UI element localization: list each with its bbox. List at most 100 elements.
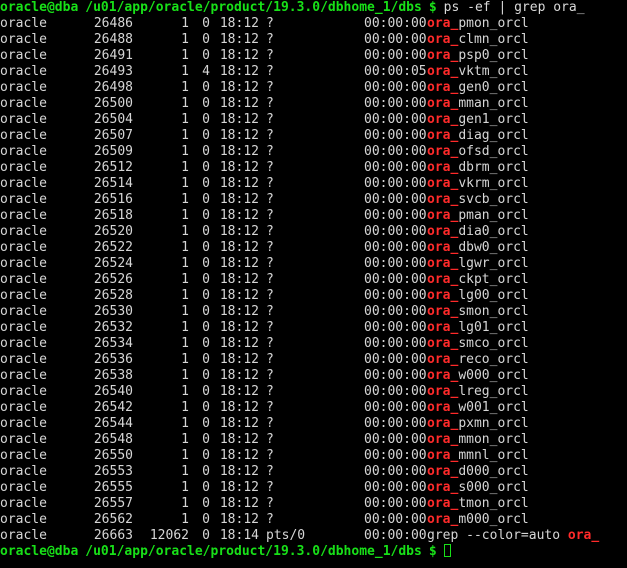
cell-time: 00:00:00 <box>364 208 427 223</box>
table-row: oracle 26500 1 0 18:12? 00:00:00ora_mman_orcl <box>0 96 627 112</box>
cell-user: oracle <box>0 112 47 127</box>
cell-time: 00:00:00 <box>364 416 427 431</box>
cell-user: oracle <box>0 464 47 479</box>
grep-match-highlight: ora_ <box>427 48 459 63</box>
command-suffix: smon_orcl <box>458 304 529 319</box>
cell-time: 00:00:00 <box>364 192 427 207</box>
cell-command: ora_dia0_orcl <box>427 224 529 240</box>
cell-stime: 18:12 <box>219 96 259 111</box>
cell-user: oracle <box>0 288 47 303</box>
terminal-window[interactable]: oracle@dba/u01/app/oracle/product/19.3.0… <box>0 0 627 568</box>
grep-match-highlight: ora_ <box>427 272 459 287</box>
grep-match-highlight: ora_ <box>427 384 459 399</box>
cell-time: 00:00:00 <box>364 176 427 191</box>
cell-stime: 18:12 <box>219 464 259 479</box>
table-row: oracle 26518 1 0 18:12? 00:00:00ora_pman_orcl <box>0 208 627 224</box>
cell-ppid: 1 <box>181 400 189 415</box>
grep-match-highlight: ora_ <box>427 320 459 335</box>
cell-user: oracle <box>0 528 47 543</box>
cell-user: oracle <box>0 48 47 63</box>
cell-time: 00:00:00 <box>364 496 427 511</box>
cell-ppid: 1 <box>181 448 189 463</box>
table-row: oracle 26514 1 0 18:12? 00:00:00ora_vkrm_orcl <box>0 176 627 192</box>
command-suffix: gen0_orcl <box>458 80 529 95</box>
block-cursor-icon[interactable] <box>443 544 451 557</box>
cell-c: 0 <box>202 336 210 351</box>
cell-tty: ? <box>266 400 274 415</box>
cell-tty: ? <box>266 192 274 207</box>
cell-user: oracle <box>0 144 47 159</box>
cell-command: ora_dbrm_orcl <box>427 160 529 176</box>
cell-stime: 18:12 <box>219 384 259 399</box>
cell-ppid: 1 <box>181 336 189 351</box>
cell-user: oracle <box>0 80 47 95</box>
cell-pid: 26524 <box>93 256 133 271</box>
cell-pid: 26507 <box>93 128 133 143</box>
cell-time: 00:00:00 <box>364 272 427 287</box>
cell-time: 00:00:00 <box>364 320 427 335</box>
command-suffix: lg00_orcl <box>458 288 529 303</box>
grep-match-highlight: ora_ <box>427 432 459 447</box>
cell-stime: 18:12 <box>219 144 259 159</box>
table-row: oracle 26663 12062 0 18:14 pts/0 00:00:00grep … <box>0 528 627 544</box>
command-suffix: vktm_orcl <box>458 64 529 79</box>
cell-ppid: 1 <box>181 64 189 79</box>
command-suffix: lgwr_orcl <box>458 256 529 271</box>
table-row: oracle 26528 1 0 18:12? 00:00:00ora_lg00_orcl <box>0 288 627 304</box>
cell-pid: 26544 <box>93 416 133 431</box>
grep-match-highlight: ora_ <box>427 160 459 175</box>
cell-c: 0 <box>202 384 210 399</box>
cell-tty: ? <box>266 288 274 303</box>
cell-time: 00:00:00 <box>364 368 427 383</box>
cell-pid: 26553 <box>93 464 133 479</box>
cell-tty: ? <box>266 448 274 463</box>
cell-command: ora_gen0_orcl <box>427 80 529 96</box>
grep-match-highlight: ora_ <box>427 448 459 463</box>
grep-match-highlight: ora_ <box>427 336 459 351</box>
cell-stime: 18:12 <box>219 240 259 255</box>
grep-match-highlight: ora_ <box>427 480 459 495</box>
cell-user: oracle <box>0 400 47 415</box>
cell-c: 0 <box>202 512 210 527</box>
cell-command: ora_d000_orcl <box>427 464 529 480</box>
cell-pid: 26504 <box>93 112 133 127</box>
command-suffix: reco_orcl <box>458 352 529 367</box>
cell-time: 00:00:00 <box>364 256 427 271</box>
cell-command: ora_clmn_orcl <box>427 32 529 48</box>
cell-c: 0 <box>202 448 210 463</box>
cell-tty: ? <box>266 176 274 191</box>
cell-user: oracle <box>0 496 47 511</box>
cell-stime: 18:12 <box>219 352 259 367</box>
cell-tty: ? <box>266 368 274 383</box>
table-row: oracle 26524 1 0 18:12? 00:00:00ora_lgwr_orcl <box>0 256 627 272</box>
prompt-user-host: oracle@dba <box>0 544 79 559</box>
table-row: oracle 26562 1 0 18:12? 00:00:00ora_m000_orcl <box>0 512 627 528</box>
command-suffix: ofsd_orcl <box>458 144 529 159</box>
cell-user: oracle <box>0 256 47 271</box>
table-row: oracle 26486 1 0 18:12? 00:00:00ora_pmon_orcl <box>0 16 627 32</box>
cell-c: 0 <box>202 320 210 335</box>
cell-stime: 18:12 <box>219 368 259 383</box>
cell-time: 00:00:00 <box>364 304 427 319</box>
cell-pid: 26542 <box>93 400 133 415</box>
cell-tty: ? <box>266 432 274 447</box>
cell-ppid: 1 <box>181 368 189 383</box>
cell-command: ora_m000_orcl <box>427 512 529 528</box>
cell-time: 00:00:00 <box>364 512 427 527</box>
grep-match-highlight: ora_ <box>427 144 459 159</box>
command-suffix: pmon_orcl <box>458 16 529 31</box>
cell-ppid: 1 <box>181 352 189 367</box>
cell-ppid: 1 <box>181 96 189 111</box>
table-row: oracle 26550 1 0 18:12? 00:00:00ora_mmnl_orcl <box>0 448 627 464</box>
cell-pid: 26516 <box>93 192 133 207</box>
cell-pid: 26536 <box>93 352 133 367</box>
grep-match-highlight: ora_ <box>427 80 459 95</box>
cell-tty: ? <box>266 64 274 79</box>
cell-stime: 18:12 <box>219 80 259 95</box>
cell-pid: 26512 <box>93 160 133 175</box>
cell-time: 00:00:00 <box>364 48 427 63</box>
cell-stime: 18:12 <box>219 16 259 31</box>
cell-tty: ? <box>266 496 274 511</box>
grep-match-highlight: ora_ <box>427 352 459 367</box>
cell-pid: 26538 <box>93 368 133 383</box>
